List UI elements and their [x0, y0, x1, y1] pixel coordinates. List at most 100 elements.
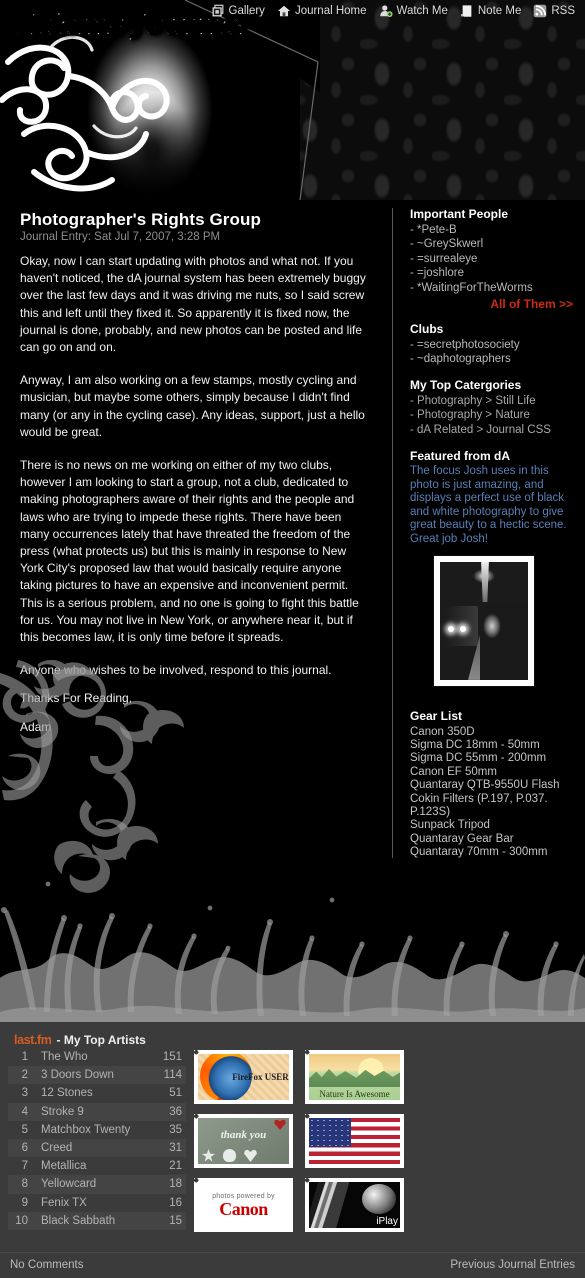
article-paragraph-3: There is no news on me working on either… — [20, 458, 359, 645]
artist-name: Yellowcard — [32, 1175, 152, 1194]
table-row[interactable]: 4 Stroke 9 36 — [8, 1102, 186, 1121]
stamp-firefox-label: FireFox USER — [232, 1072, 289, 1082]
featured-block: Featured from dA The focus Josh uses in … — [410, 450, 575, 686]
journal-entry-date: Journal Entry: Sat Jul 7, 2007, 3:28 PM — [20, 231, 221, 243]
club-2[interactable]: - ~daphotographers — [410, 353, 575, 366]
artist-name: Fenix TX — [41, 1196, 87, 1209]
artist-rank: 3 — [21, 1087, 28, 1100]
table-row[interactable]: 10 Black Sabbath 15 — [8, 1211, 186, 1230]
flag-stars-icon — [309, 1118, 351, 1147]
stamp-thank-you[interactable]: thank you — [194, 1114, 293, 1168]
artist-name: Matchbox Twenty — [41, 1123, 131, 1136]
gear-item-1: Canon 350D — [410, 725, 475, 738]
article-paragraph-2: Anyway, I am also working on a few stamp… — [20, 373, 365, 439]
gear-item-2: Sigma DC 18mm - 50mm — [410, 738, 540, 751]
home-icon — [277, 5, 291, 17]
artist-plays: 51 — [169, 1087, 182, 1100]
right-sidebar: Important People - *Pete-B - ~GreySkwerl… — [410, 208, 575, 873]
page-root: Adams Journal Gallery Journal Home Watch… — [0, 0, 585, 1278]
note-icon — [460, 5, 472, 17]
nav-rss[interactable]: RSS — [529, 3, 579, 19]
artist-rank: 7 — [21, 1160, 28, 1173]
artist-rank: 4 — [8, 1102, 32, 1121]
all-of-them-link[interactable]: All of Them >> — [410, 297, 575, 311]
important-person-2[interactable]: - ~GreySkwerl — [410, 238, 575, 251]
gear-list-heading: Gear List — [410, 708, 463, 723]
nav-note-me[interactable]: Note Me — [456, 3, 525, 19]
content-area: Photographer's Rights Group Journal Entr… — [0, 200, 585, 1030]
top-artists-table: 1 The Who 151 2 3 Doors Down 114 3 12 St… — [8, 1048, 186, 1230]
gear-item-7: Sunpack Tripod — [410, 819, 490, 832]
artist-plays: 31 — [152, 1138, 186, 1158]
nav-watch-me[interactable]: Watch Me — [375, 3, 452, 19]
featured-heading: Featured from dA — [410, 448, 511, 463]
stamp-collection: FireFox USER Nature Is Awesome thank you — [194, 1050, 404, 1232]
table-row[interactable]: 1 The Who 151 — [8, 1048, 186, 1066]
featured-photo-image — [440, 561, 528, 680]
stamp-iplay[interactable]: iPlay — [305, 1178, 404, 1232]
nav-watch-me-label: Watch Me — [396, 5, 448, 17]
gallery-icon — [212, 4, 223, 17]
top-navigation: Gallery Journal Home Watch Me Note Me RS… — [207, 3, 580, 19]
rss-icon — [534, 4, 547, 18]
table-row[interactable]: 3 12 Stones 51 — [8, 1084, 186, 1102]
artist-name: Black Sabbath — [32, 1211, 152, 1230]
table-row[interactable]: 2 3 Doors Down 114 — [8, 1066, 186, 1085]
club-1[interactable]: - =secretphotosociety — [410, 339, 575, 352]
artist-name: 3 Doors Down — [32, 1066, 152, 1085]
table-row[interactable]: 6 Creed 31 — [8, 1138, 186, 1158]
top-category-3[interactable]: - dA Related > Journal CSS — [410, 424, 575, 437]
artist-name: Creed — [32, 1138, 152, 1158]
top-category-2[interactable]: - Photography > Nature — [410, 409, 575, 422]
artist-rank: 6 — [8, 1138, 32, 1158]
featured-description: The focus Josh uses in this photo is jus… — [410, 465, 567, 545]
stamp-thank-you-icon-row — [202, 1149, 257, 1162]
table-row[interactable]: 9 Fenix TX 16 — [8, 1194, 186, 1212]
stamp-thank-you-label: thank you — [220, 1129, 267, 1141]
table-row[interactable]: 7 Metallica 21 — [8, 1157, 186, 1175]
nav-journal-home[interactable]: Journal Home — [273, 3, 371, 19]
important-person-4[interactable]: - =joshlore — [410, 267, 575, 280]
article-paragraph-4: Anyone who wishes to be involved, respon… — [20, 663, 332, 678]
stamp-nature-label: Nature Is Awesome — [319, 1089, 390, 1099]
artist-plays: 151 — [162, 1051, 182, 1064]
table-row[interactable]: 8 Yellowcard 18 — [8, 1175, 186, 1194]
important-people-block: Important People - *Pete-B - ~GreySkwerl… — [410, 208, 575, 310]
important-person-1[interactable]: - *Pete-B — [410, 224, 575, 237]
stamp-thank-you-art: thank you — [198, 1118, 289, 1164]
heart-small-icon — [244, 1149, 257, 1162]
important-person-3[interactable]: - =surrealeye — [410, 253, 575, 266]
trees-silhouette — [309, 1068, 400, 1087]
bottom-bar: No Comments Previous Journal Entries — [0, 1252, 585, 1278]
stamp-nature-art: Nature Is Awesome — [309, 1054, 400, 1100]
gear-item-3: Sigma DC 55mm - 200mm — [410, 752, 547, 765]
gear-item-8: Quantaray Gear Bar — [410, 832, 514, 845]
article-author: Adam — [20, 719, 52, 734]
previous-entries-link[interactable]: Previous Journal Entries — [450, 1259, 575, 1271]
article-signoff: Thanks For Reading, — [20, 691, 133, 706]
featured-photo-frame[interactable] — [434, 555, 534, 686]
nav-journal-home-label: Journal Home — [294, 5, 367, 17]
top-category-1[interactable]: - Photography > Still Life — [410, 395, 575, 408]
table-row[interactable]: 5 Matchbox Twenty 35 — [8, 1121, 186, 1139]
artist-rank: 8 — [8, 1175, 32, 1194]
artist-plays: 15 — [152, 1211, 186, 1230]
column-divider — [392, 208, 393, 858]
stamp-nature[interactable]: Nature Is Awesome — [305, 1050, 404, 1104]
guitar-body-icon — [362, 1184, 396, 1214]
comments-link[interactable]: No Comments — [10, 1259, 84, 1271]
stamp-us-flag[interactable] — [305, 1114, 404, 1168]
stamp-firefox[interactable]: FireFox USER — [194, 1050, 293, 1104]
photo-crowd — [480, 601, 528, 680]
page-title: Photographer's Rights Group — [20, 210, 261, 229]
stamp-canon[interactable]: photos powered by Canon — [194, 1178, 293, 1232]
nav-gallery[interactable]: Gallery — [207, 3, 269, 19]
important-person-5[interactable]: - *WaitingForTheWorms — [410, 282, 575, 295]
lastfm-logo: last.fm — [14, 1033, 52, 1047]
artist-plays: 114 — [152, 1066, 186, 1085]
article-paragraph-1: Okay, now I can start updating with phot… — [20, 254, 366, 355]
artist-plays: 36 — [152, 1102, 186, 1121]
photo-train-headlight-left — [448, 625, 454, 632]
clubs-block: Clubs - =secretphotosociety - ~daphotogr… — [410, 323, 575, 366]
nav-rss-label: RSS — [551, 5, 575, 17]
